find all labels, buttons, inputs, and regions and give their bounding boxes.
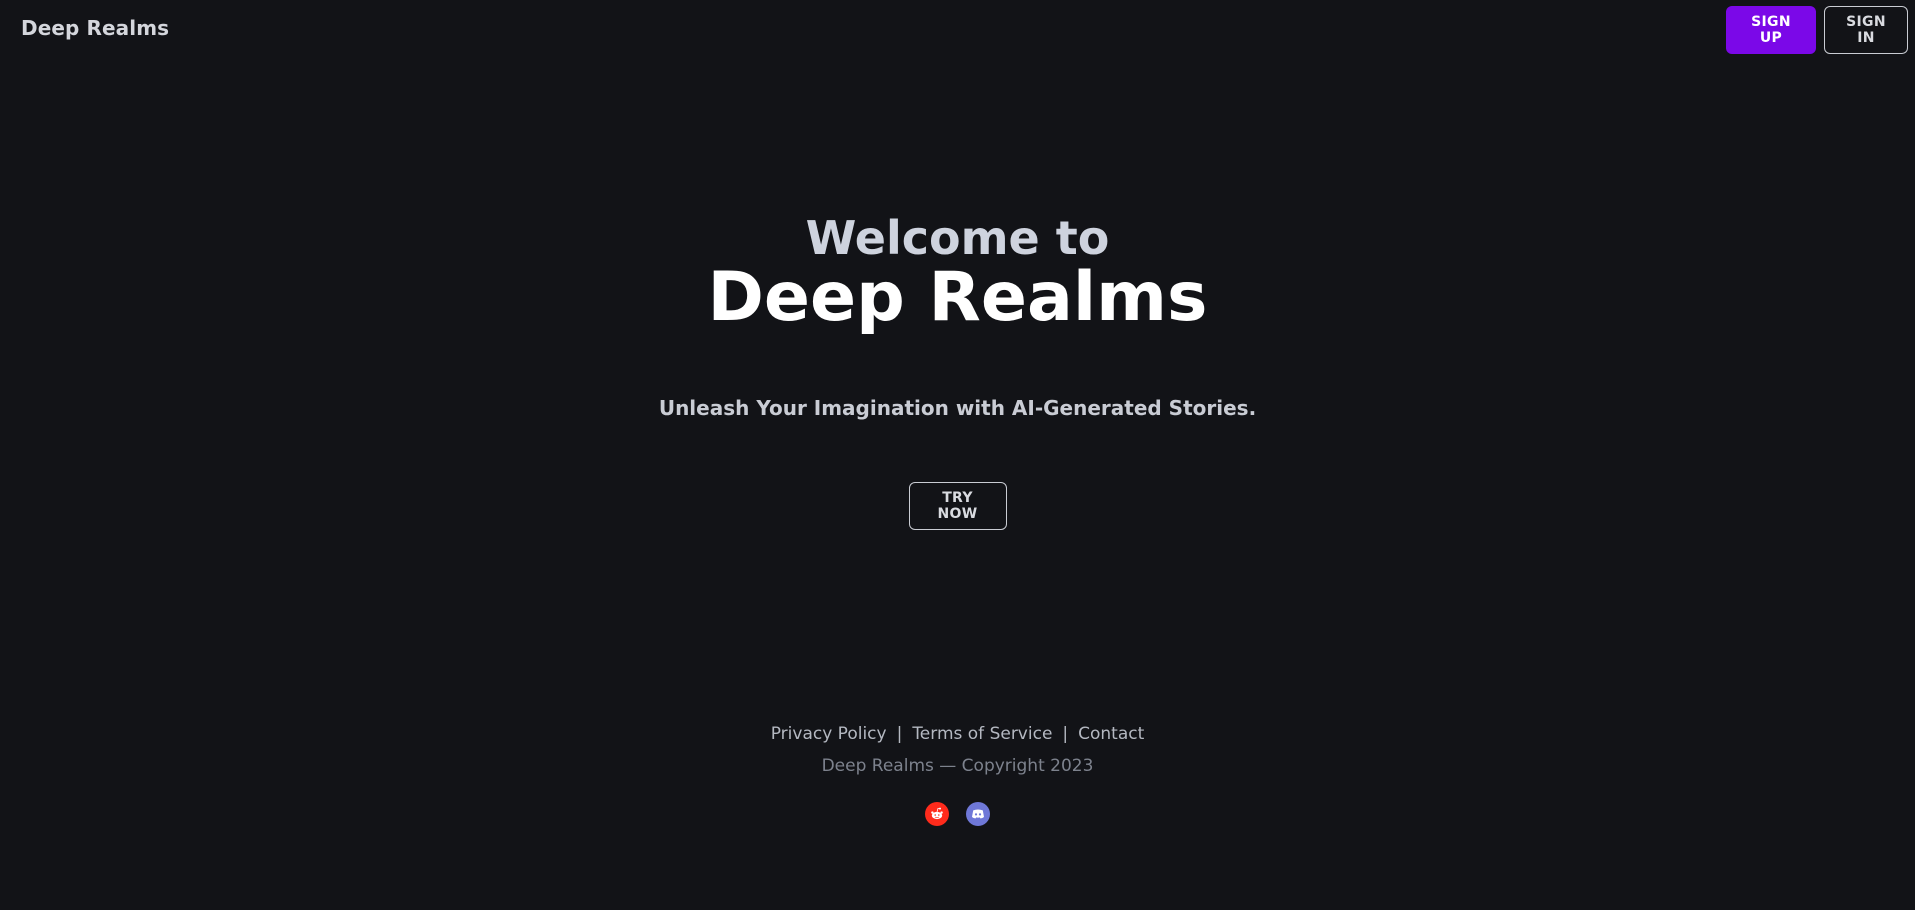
discord-controller-glyph (972, 809, 984, 819)
try-now-button[interactable]: TRY NOW (908, 482, 1007, 530)
hero-heading: Deep Realms (707, 258, 1208, 337)
privacy-policy-link[interactable]: Privacy Policy (771, 722, 887, 746)
landing-page: Deep Realms SIGN UP SIGN IN Welcome to D… (0, 0, 1915, 910)
discord-icon[interactable] (966, 802, 990, 826)
footer-separator: | (1062, 724, 1069, 744)
footer-links: Privacy Policy | Terms of Service | Cont… (0, 722, 1915, 746)
reddit-alien-glyph (931, 807, 943, 820)
sign-up-button[interactable]: SIGN UP (1726, 6, 1816, 54)
reddit-icon[interactable] (925, 802, 949, 826)
navbar: Deep Realms SIGN UP SIGN IN (0, 0, 1915, 60)
brand-logo[interactable]: Deep Realms (21, 16, 169, 40)
cta-wrapper: TRY NOW (0, 482, 1915, 530)
sign-in-button[interactable]: SIGN IN (1824, 6, 1908, 54)
social-links (0, 802, 1915, 826)
terms-of-service-link[interactable]: Terms of Service (912, 722, 1052, 746)
footer-separator: | (896, 724, 903, 744)
contact-link[interactable]: Contact (1078, 722, 1144, 746)
copyright-text: Deep Realms — Copyright 2023 (821, 756, 1094, 776)
nav-actions: SIGN UP SIGN IN (1726, 6, 1908, 54)
hero-tagline: Unleash Your Imagination with AI-Generat… (658, 396, 1257, 420)
